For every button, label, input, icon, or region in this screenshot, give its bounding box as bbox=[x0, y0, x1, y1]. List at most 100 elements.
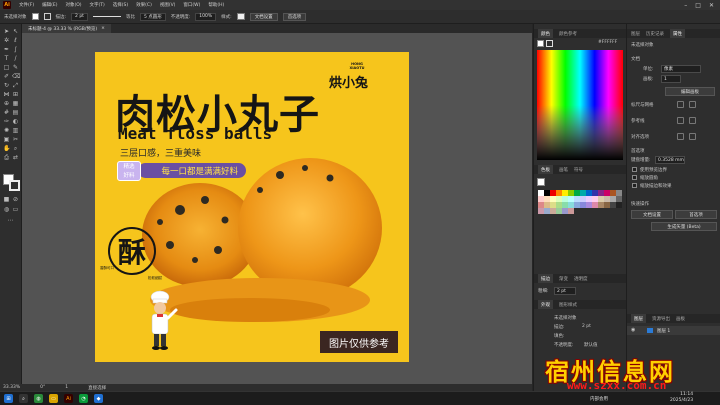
tab-color-guide[interactable]: 颜色参考 bbox=[559, 31, 577, 37]
none-color-icon[interactable]: ⊘ bbox=[12, 196, 19, 203]
tab-symbols[interactable]: 符号 bbox=[574, 167, 583, 173]
browser-icon[interactable]: ◍ bbox=[34, 394, 43, 403]
tab-properties[interactable]: 属性 bbox=[670, 29, 685, 38]
selection-tool-icon[interactable]: ➤ bbox=[3, 28, 10, 35]
appearance-opacity-value[interactable]: 默认值 bbox=[584, 342, 598, 348]
blend-tool-icon[interactable]: ◐ bbox=[12, 118, 19, 125]
artboard-tool-icon[interactable]: ▣ bbox=[3, 136, 10, 143]
minimize-icon[interactable]: – bbox=[684, 2, 687, 9]
tab-transparency[interactable]: 透明度 bbox=[574, 276, 588, 282]
direct-selection-tool-icon[interactable]: ↖ bbox=[12, 28, 19, 35]
menu-effect[interactable]: 效果(C) bbox=[132, 2, 156, 8]
stroke-weight-input[interactable]: 2 pt bbox=[554, 287, 576, 295]
style-swatch[interactable] bbox=[236, 13, 245, 20]
scale-corners-checkbox[interactable] bbox=[632, 175, 637, 180]
preferences-button[interactable]: 首选项 bbox=[282, 12, 307, 21]
rotation-angle[interactable]: 0° bbox=[40, 385, 45, 390]
start-icon[interactable]: ⊞ bbox=[4, 394, 13, 403]
edit-toolbar-icon[interactable]: ⋯ bbox=[7, 217, 14, 224]
scale-strokes-checkbox[interactable] bbox=[632, 183, 637, 188]
scale-tool-icon[interactable]: ⤢ bbox=[12, 82, 19, 89]
tab-swatches[interactable]: 色板 bbox=[538, 165, 553, 174]
line-tool-icon[interactable]: / bbox=[12, 55, 19, 62]
search-icon[interactable]: ⌕ bbox=[19, 394, 28, 403]
tab-brushes[interactable]: 画笔 bbox=[559, 167, 568, 173]
paintbrush-tool-icon[interactable]: ✎ bbox=[12, 64, 19, 71]
tab-layers[interactable]: 图层 bbox=[631, 31, 640, 37]
visibility-eye-icon[interactable]: ◉ bbox=[631, 327, 635, 333]
document-tab[interactable]: 未标题-4 @ 33.33 % (RGB/预览) × bbox=[22, 24, 111, 33]
shape-builder-icon[interactable]: ⊕ bbox=[3, 100, 10, 107]
tab-layers-bottom[interactable]: 图层 bbox=[631, 314, 646, 323]
screen-mode-icon[interactable]: ▭ bbox=[12, 206, 19, 213]
preferences-quick-button[interactable]: 首选项 bbox=[675, 210, 717, 219]
symbol-sprayer-icon[interactable]: ✺ bbox=[3, 127, 10, 134]
tab-asset-export[interactable]: 资源导出 bbox=[652, 316, 670, 322]
stroke-line-preview[interactable] bbox=[92, 16, 121, 17]
graph-tool-icon[interactable]: ▥ bbox=[12, 127, 19, 134]
eraser-tool-icon[interactable]: ⌫ bbox=[12, 73, 20, 80]
tab-color[interactable]: 颜色 bbox=[538, 29, 553, 38]
use-preview-bounds-checkbox[interactable] bbox=[632, 167, 637, 172]
zoom-tool-icon[interactable]: ⌕ bbox=[12, 145, 19, 152]
color-mode-icon[interactable]: ■ bbox=[3, 196, 10, 203]
slice-tool-icon[interactable]: ✂ bbox=[12, 136, 19, 143]
ruler-icon[interactable] bbox=[677, 101, 684, 108]
gradient-tool-icon[interactable]: ▤ bbox=[12, 109, 19, 116]
artboard-number[interactable]: 1 bbox=[65, 385, 68, 390]
type-tool-icon[interactable]: T bbox=[3, 55, 10, 62]
swatch-fill-indicator[interactable] bbox=[537, 178, 545, 186]
lasso-tool-icon[interactable]: ℓ bbox=[12, 37, 19, 44]
tab-history[interactable]: 历史记录 bbox=[646, 31, 664, 37]
edit-artboard-button[interactable]: 编辑画板 bbox=[665, 87, 715, 96]
width-tool-icon[interactable]: ⋈ bbox=[3, 91, 10, 98]
stroke-swatch[interactable] bbox=[43, 13, 51, 20]
app-icon[interactable]: ◆ bbox=[94, 394, 103, 403]
layer-name[interactable]: 图层 1 bbox=[657, 328, 670, 334]
hand-tool-icon[interactable]: ✋ bbox=[3, 145, 10, 152]
wechat-icon[interactable]: ◔ bbox=[79, 394, 88, 403]
lock-guides-icon[interactable] bbox=[689, 117, 696, 124]
snap-pixel-icon[interactable] bbox=[689, 133, 696, 140]
tab-stroke[interactable]: 描边 bbox=[538, 274, 553, 283]
draw-mode-icon[interactable]: ◍ bbox=[3, 206, 10, 213]
menu-select[interactable]: 选择(S) bbox=[109, 2, 132, 8]
fill-swatch[interactable] bbox=[31, 13, 39, 20]
grid-icon[interactable] bbox=[689, 101, 696, 108]
print-tiling-icon[interactable]: ⎙ bbox=[3, 154, 10, 161]
appearance-fill-row[interactable]: 填色: bbox=[554, 333, 565, 339]
curvature-tool-icon[interactable]: ∫ bbox=[12, 46, 19, 53]
illustrator-icon[interactable]: Ai bbox=[64, 394, 73, 403]
artboard-select[interactable]: 1 bbox=[661, 75, 681, 83]
menu-type[interactable]: 文字(T) bbox=[86, 2, 109, 8]
menu-edit[interactable]: 编辑(E) bbox=[38, 2, 61, 8]
stroke-color-swatch[interactable] bbox=[9, 180, 20, 191]
document-settings-button[interactable]: 文档设置 bbox=[249, 12, 278, 21]
folder-icon[interactable]: ▭ bbox=[49, 394, 58, 403]
color-stroke-swatch[interactable] bbox=[546, 40, 553, 47]
eyedropper-icon[interactable]: ✑ bbox=[3, 118, 10, 125]
tab-close-icon[interactable]: × bbox=[101, 26, 105, 31]
guides-icon[interactable] bbox=[677, 117, 684, 124]
opacity-field[interactable]: 100% bbox=[195, 12, 217, 21]
maximize-icon[interactable]: □ bbox=[695, 2, 701, 9]
pen-tool-icon[interactable]: ✒ bbox=[3, 46, 10, 53]
swap-colors-icon[interactable]: ⇄ bbox=[12, 154, 19, 161]
tab-graphic-styles[interactable]: 图形样式 bbox=[559, 302, 577, 308]
layer-row[interactable]: ◉ 图层 1 bbox=[627, 326, 720, 335]
rectangle-tool-icon[interactable]: □ bbox=[3, 64, 10, 71]
swatch-grid[interactable] bbox=[538, 190, 622, 226]
tab-appearance[interactable]: 外观 bbox=[538, 300, 553, 309]
appearance-stroke-value[interactable]: 2 pt bbox=[582, 324, 591, 329]
mesh-tool-icon[interactable]: # bbox=[3, 109, 10, 116]
close-icon[interactable]: ✕ bbox=[709, 2, 714, 9]
units-select[interactable]: 像素 bbox=[661, 65, 701, 73]
snap-point-icon[interactable] bbox=[677, 133, 684, 140]
tab-artboards[interactable]: 画板 bbox=[676, 316, 685, 322]
menu-window[interactable]: 窗口(W) bbox=[179, 2, 204, 8]
rotate-tool-icon[interactable]: ↻ bbox=[3, 82, 10, 89]
hex-value[interactable]: #FFFFFF bbox=[598, 40, 617, 45]
perspective-grid-icon[interactable]: ▦ bbox=[12, 100, 19, 107]
system-clock[interactable]: 11:14 2025/4/23 bbox=[670, 392, 693, 404]
menu-view[interactable]: 视图(V) bbox=[156, 2, 180, 8]
